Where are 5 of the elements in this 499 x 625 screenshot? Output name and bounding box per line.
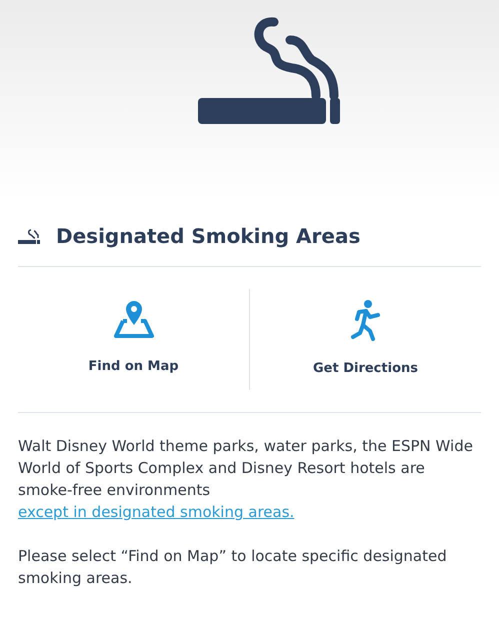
- action-button[interactable]: Find on Map: [18, 289, 249, 390]
- description-text: Walt Disney World theme parks, water parks, the ESPN Wide World of Sports Complex and Disney Resort hotels are smoke-free environments except in designated smoking areas.: [18, 436, 474, 523]
- description-text: Please select “Find on Map” to locate specific designated smoking areas.: [18, 546, 448, 589]
- section-title: Designated Smoking Areas: [56, 224, 360, 248]
- action-button[interactable]: Get Directions: [249, 289, 481, 390]
